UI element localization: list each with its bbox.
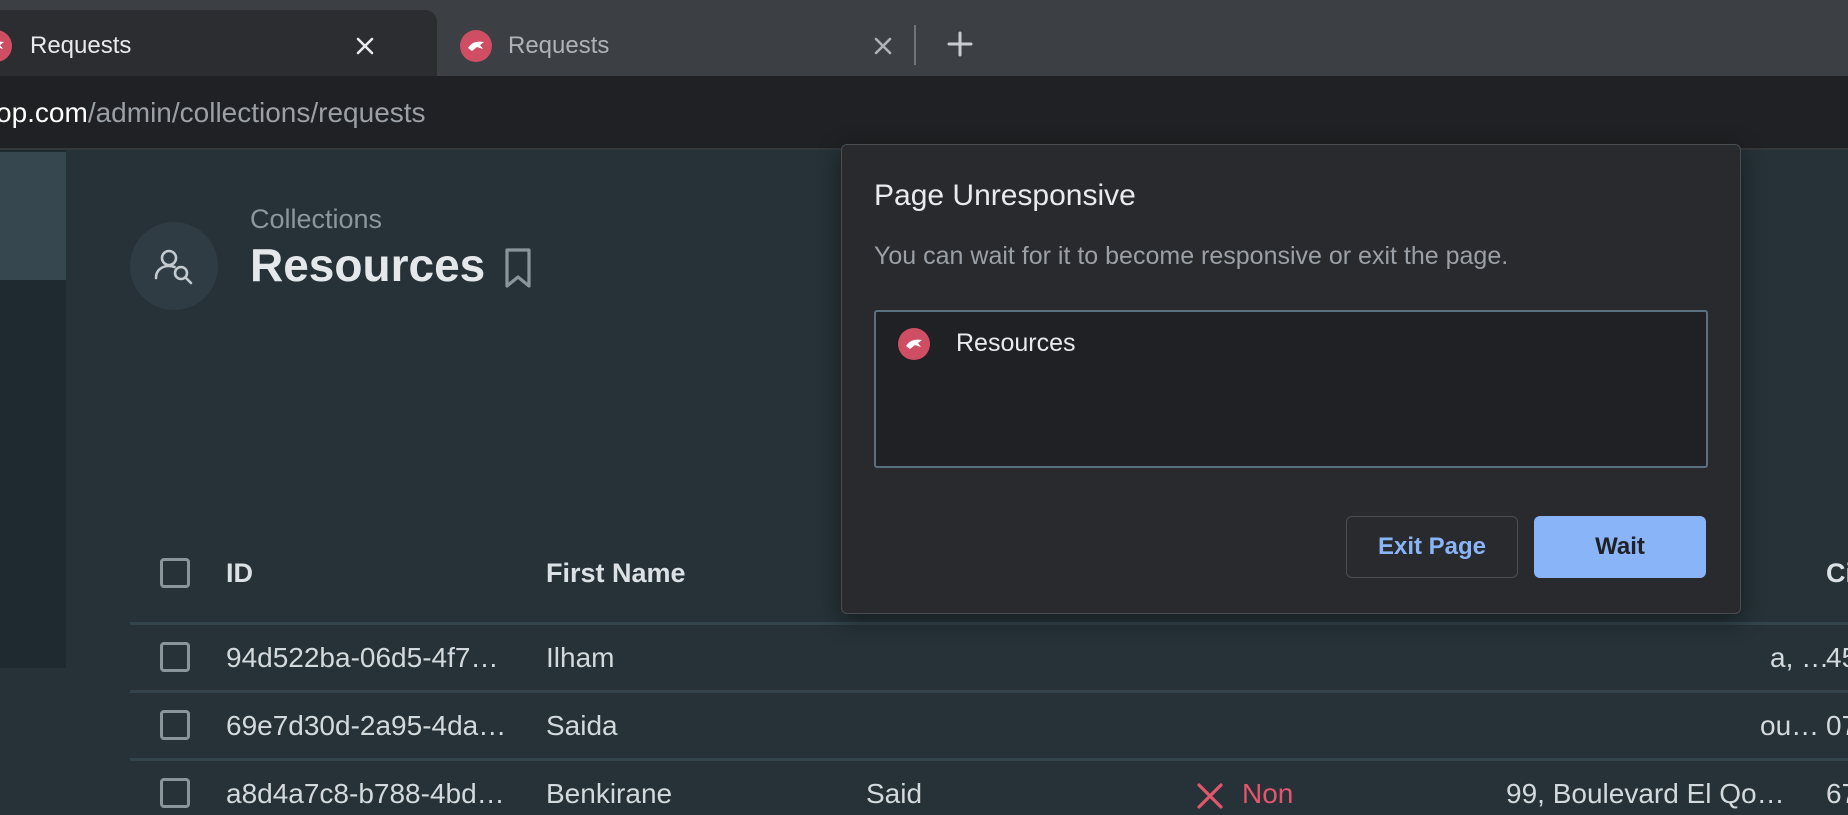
close-x-icon [1196, 782, 1224, 810]
dialog-title: Page Unresponsive [874, 179, 1136, 212]
row-separator [130, 622, 1848, 625]
close-tab-icon[interactable] [351, 32, 379, 60]
cell-address: a, … [1770, 642, 1830, 673]
tab-requests-active[interactable]: Requests [0, 10, 437, 76]
app-favicon-icon [0, 30, 12, 62]
list-item-label: Resources [956, 329, 1076, 357]
tab-divider [914, 25, 916, 65]
url-host: op.com [0, 97, 88, 128]
app-favicon-icon [460, 30, 492, 62]
page-title: Resources [250, 239, 486, 291]
cell-last-name: Said [866, 778, 923, 809]
cell-city: 07 [1826, 710, 1848, 741]
row-separator [130, 758, 1848, 761]
cell-id[interactable]: 94d522ba-06d5-4f7… [226, 642, 498, 674]
url-text[interactable]: op.com/admin/collections/requests [0, 96, 426, 130]
cell-address: 99, Boulevard El Qo… [1506, 778, 1785, 809]
cell-id[interactable]: 69e7d30d-2a95-4da… [226, 710, 506, 742]
cell-id[interactable]: a8d4a7c8-b788-4bd… [226, 778, 505, 810]
sidebar-active-item[interactable] [0, 152, 66, 280]
browser-tabstrip: Requests Requests [0, 0, 1848, 76]
unresponsive-pages-list[interactable]: Resources [874, 310, 1708, 468]
cell-city: 45 [1826, 642, 1848, 673]
app-favicon-icon [898, 328, 930, 360]
select-all-checkbox[interactable] [160, 558, 190, 588]
new-tab-icon[interactable] [942, 26, 978, 62]
wait-button[interactable]: Wait [1534, 516, 1706, 578]
url-path: /admin/collections/requests [87, 97, 426, 128]
page-unresponsive-dialog: Page Unresponsive You can wait for it to… [841, 144, 1741, 614]
cell-status: Non [1242, 778, 1294, 809]
cell-first-name: Benkirane [546, 778, 673, 809]
row-checkbox[interactable] [160, 710, 190, 740]
breadcrumb[interactable]: Collections [250, 204, 382, 235]
dialog-message: You can wait for it to become responsive… [874, 242, 1509, 270]
row-separator [130, 690, 1848, 693]
exit-page-button[interactable]: Exit Page [1346, 516, 1518, 578]
bookmark-icon[interactable] [500, 246, 536, 290]
address-bar[interactable]: op.com/admin/collections/requests [0, 76, 1848, 150]
column-header-first-name[interactable]: First Name [546, 558, 686, 589]
collection-user-search-icon [130, 222, 218, 310]
row-checkbox[interactable] [160, 778, 190, 808]
column-header-id[interactable]: ID [226, 558, 253, 589]
cell-first-name: Ilham [546, 642, 615, 673]
cell-city: 67 [1826, 778, 1848, 809]
tab-requests-inactive[interactable]: Requests [440, 10, 912, 76]
close-tab-icon[interactable] [869, 32, 897, 60]
cell-address: ou… [1760, 710, 1820, 741]
tab-title: Requests [508, 32, 610, 59]
cell-first-name: Saida [546, 710, 618, 741]
sidebar [0, 150, 66, 668]
column-header-city[interactable]: Ci [1826, 558, 1848, 589]
tab-title: Requests [30, 32, 132, 59]
